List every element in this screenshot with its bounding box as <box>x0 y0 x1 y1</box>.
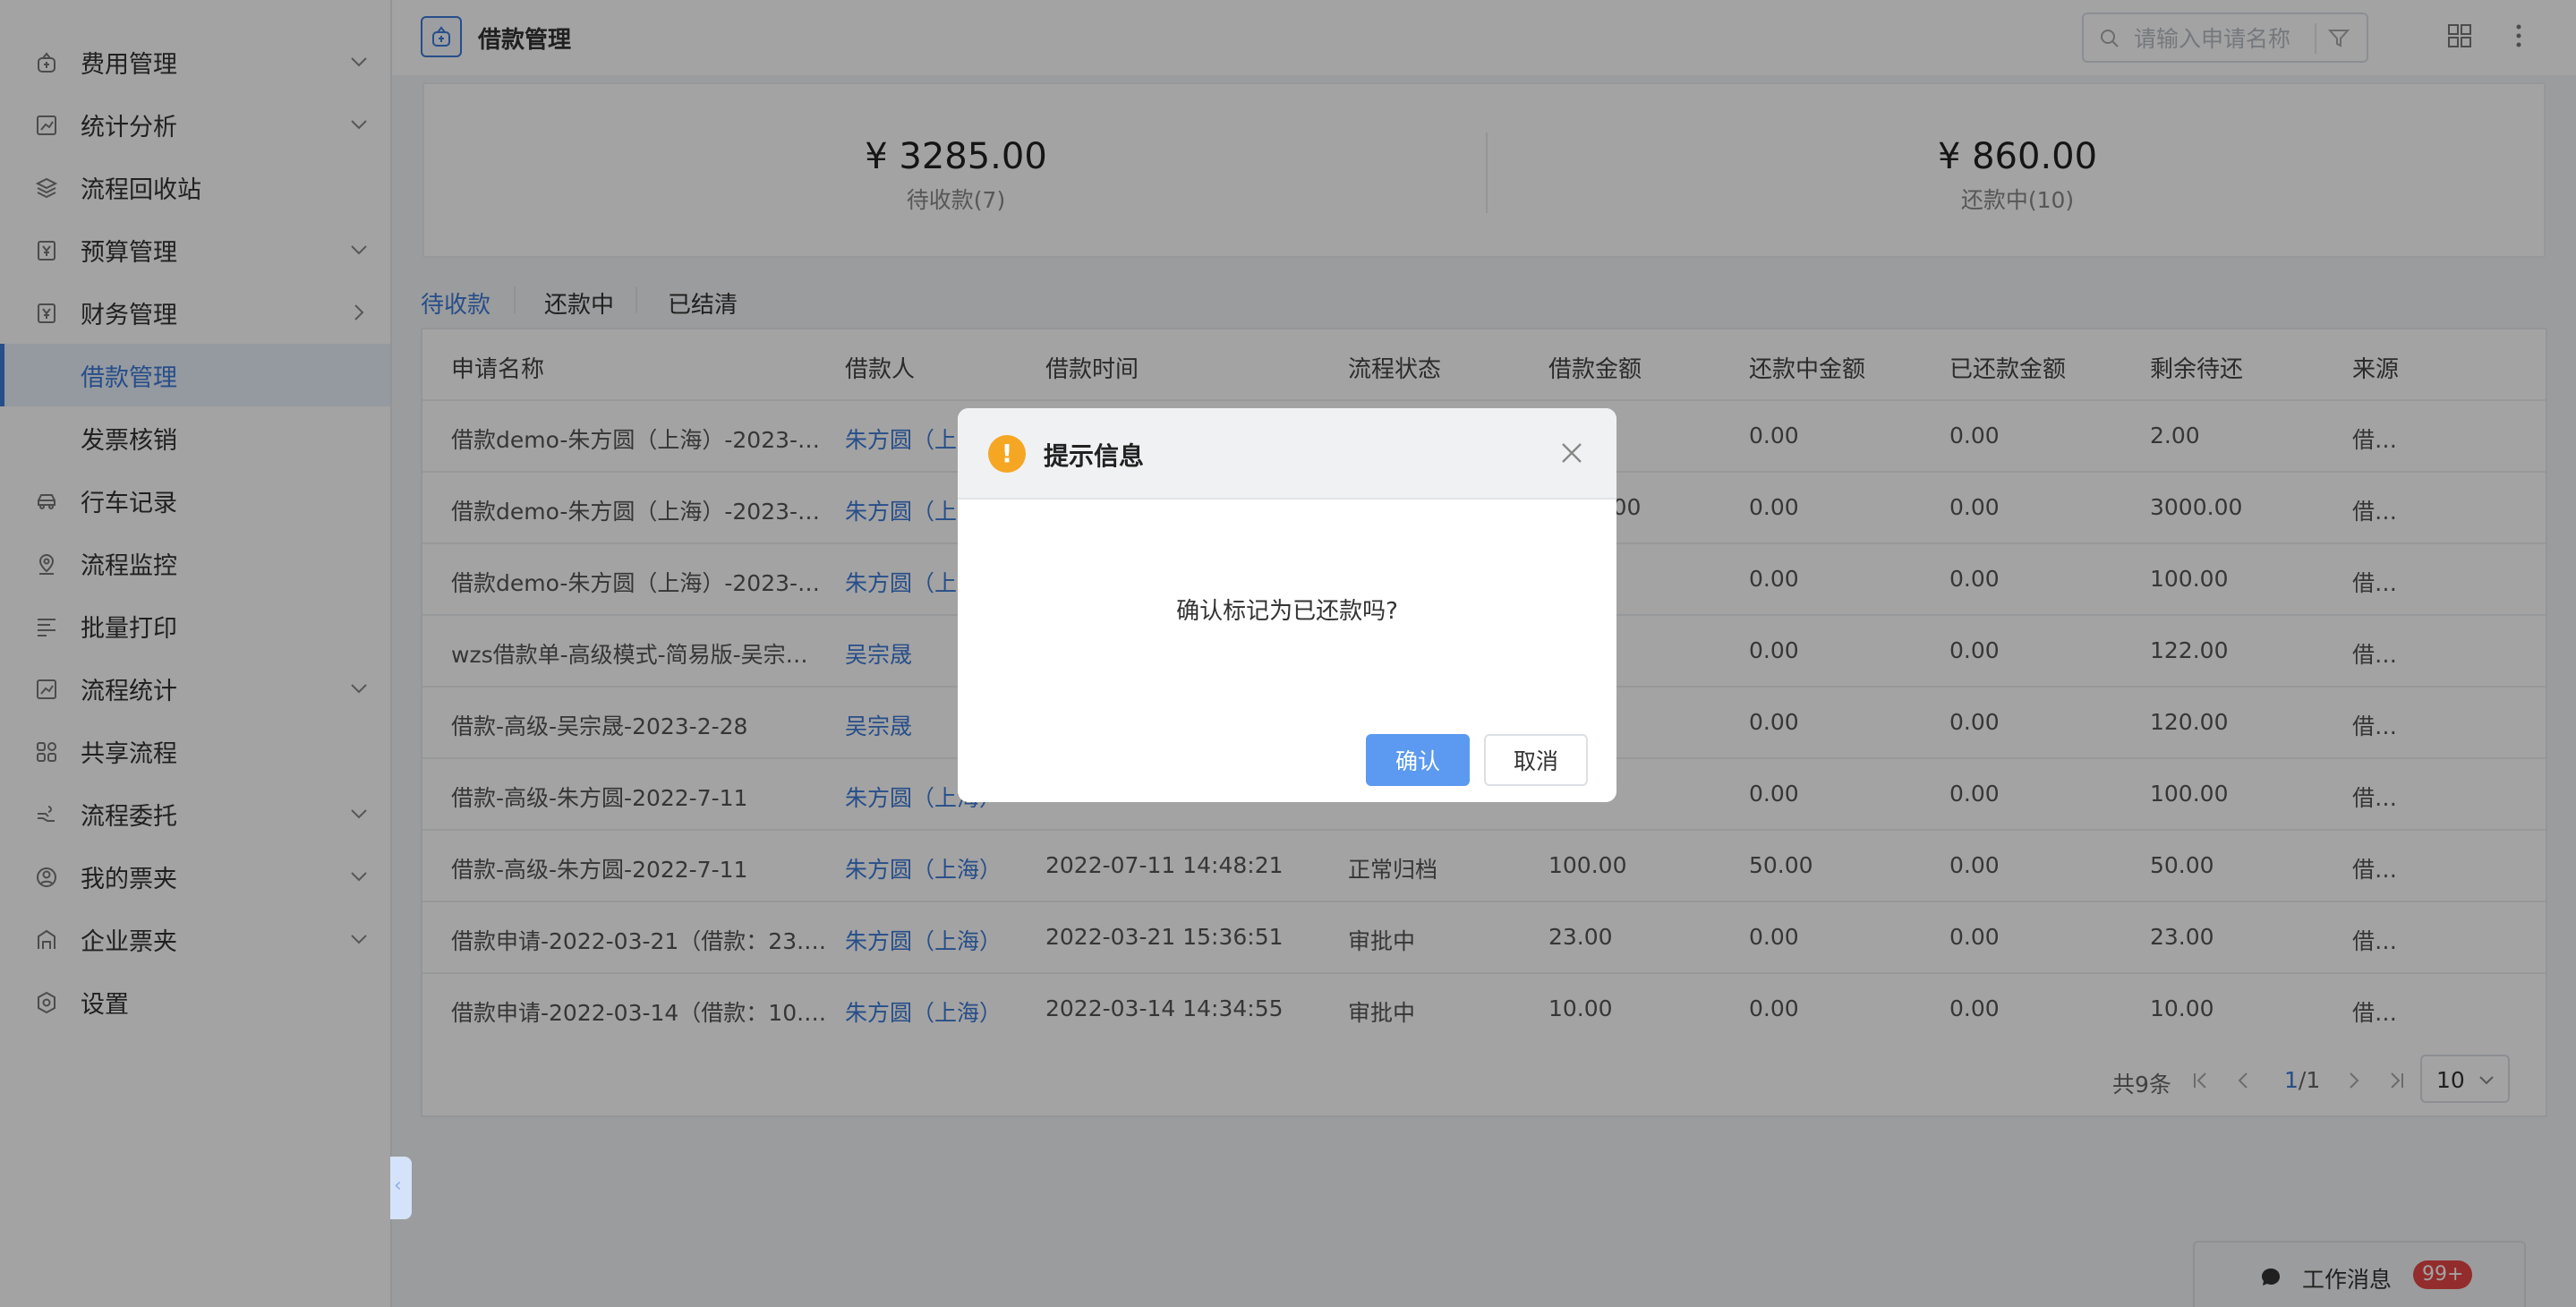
sidebar-collapse-handle[interactable]: ‹ <box>390 1157 412 1219</box>
close-icon[interactable] <box>1557 439 1586 467</box>
chevron-left-icon: ‹ <box>394 1175 402 1197</box>
dialog-message: 确认标记为已还款吗? <box>1176 598 1398 625</box>
cancel-button[interactable]: 取消 <box>1484 734 1588 786</box>
confirm-dialog: ! 提示信息 确认标记为已还款吗? 确认 取消 <box>958 408 1616 802</box>
warning-icon: ! <box>988 435 1026 473</box>
confirm-button[interactable]: 确认 <box>1366 734 1470 786</box>
dialog-header: ! 提示信息 <box>958 408 1616 500</box>
dialog-title: 提示信息 <box>1044 441 1145 471</box>
